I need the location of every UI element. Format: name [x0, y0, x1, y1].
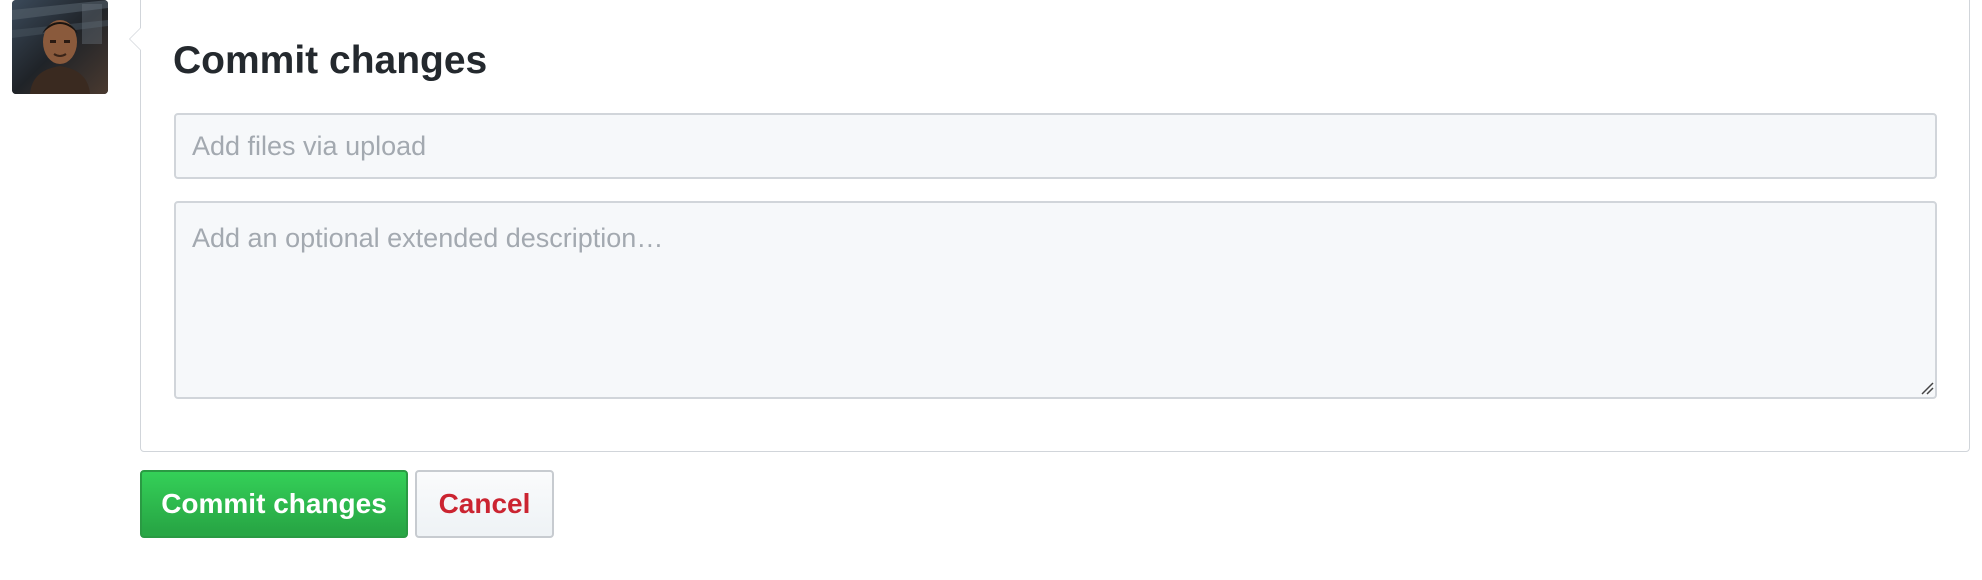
commit-summary-input[interactable] — [174, 113, 1937, 179]
resize-handle-icon[interactable] — [1920, 381, 1934, 395]
commit-description-textarea[interactable] — [174, 201, 1937, 399]
cancel-button[interactable]: Cancel — [415, 470, 554, 538]
commit-changes-page: Commit changes Commit changes Cancel — [0, 0, 1982, 580]
commit-form-title: Commit changes — [173, 39, 488, 82]
avatar-photo — [12, 0, 108, 94]
avatar[interactable] — [12, 0, 108, 94]
commit-changes-button[interactable]: Commit changes — [140, 470, 408, 538]
speech-bubble-pointer — [129, 27, 141, 51]
commit-form: Commit changes — [129, 0, 1970, 452]
